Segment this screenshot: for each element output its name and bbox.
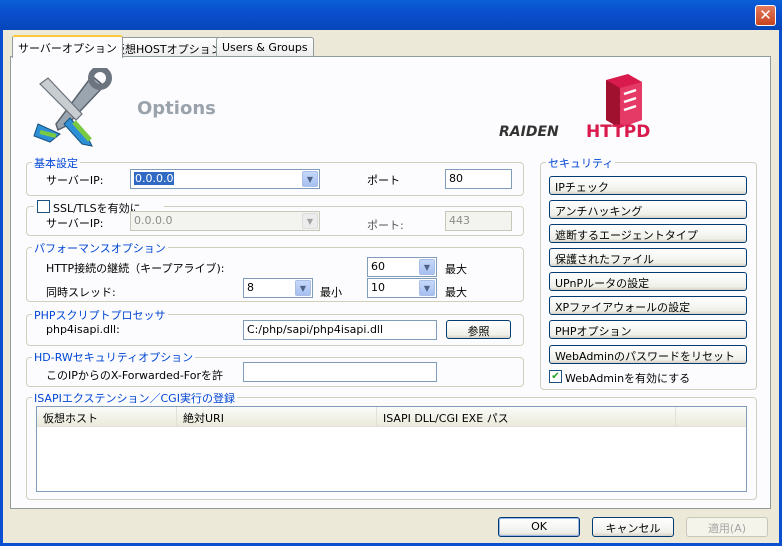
upnp-router-button[interactable]: UPnPルータの設定 (549, 272, 747, 291)
webadmin-checkbox-label: WebAdminを有効にする (565, 372, 691, 385)
ip-check-button[interactable]: IPチェック (549, 176, 747, 195)
php-browse-button[interactable]: 参照 (446, 320, 511, 339)
ssl-checkbox[interactable] (37, 200, 50, 213)
ssl-port-input[interactable]: 443 (445, 211, 512, 231)
ssl-port-label: ポート: (367, 219, 404, 232)
protected-files-button[interactable]: 保護されたファイル (549, 248, 747, 267)
chevron-down-icon[interactable]: ▼ (419, 280, 435, 296)
threads-max-value: 10 (371, 281, 385, 294)
threads-min-label: 最小 (320, 286, 342, 299)
column-header-path[interactable]: ISAPI DLL/CGI EXE パス (377, 407, 676, 427)
chevron-down-icon[interactable]: ▼ (295, 280, 311, 296)
blocked-agents-button[interactable]: 遮断するエージェントタイプ (549, 224, 747, 243)
cancel-button[interactable]: キャンセル (592, 517, 674, 537)
server-ip-combo[interactable]: 0.0.0.0 ▼ (130, 169, 320, 189)
php-dll-label: php4isapi.dll: (46, 323, 120, 336)
webadmin-checkbox[interactable]: ✔ (549, 370, 562, 383)
security-legend: セキュリティ (546, 155, 616, 171)
threads-max-label: 最大 (445, 286, 467, 299)
chevron-down-icon[interactable]: ▼ (302, 171, 318, 187)
isapi-list[interactable]: 仮想ホスト 絶対URI ISAPI DLL/CGI EXE パス (36, 406, 747, 492)
webadmin-password-reset-button[interactable]: WebAdminのパスワードをリセット (549, 345, 747, 364)
hdrw-legend: HD-RWセキュリティオプション (32, 349, 196, 365)
column-header-uri[interactable]: 絶対URI (177, 407, 377, 427)
basic-settings-legend: 基本設定 (32, 155, 80, 171)
keepalive-value: 60 (371, 260, 385, 273)
apply-button[interactable]: 適用(A) (686, 517, 768, 537)
logo-httpd: HTTPD (586, 122, 651, 142)
xff-label: このIPからのX-Forwarded-Forを許 (46, 369, 223, 382)
ssl-server-ip-label: サーバーIP: (46, 217, 104, 230)
threads-label: 同時スレッド: (46, 286, 116, 299)
php-dll-input[interactable]: C:/php/sapi/php4isapi.dll (243, 320, 437, 340)
anti-hacking-button[interactable]: アンチハッキング (549, 200, 747, 219)
logo-raiden: RAIDEN (499, 124, 559, 140)
server-ip-value: 0.0.0.0 (134, 172, 175, 185)
php-legend: PHPスクリプトプロセッサ (32, 307, 168, 323)
port-input[interactable]: 80 (445, 169, 512, 189)
performance-legend: パフォーマンスオプション (32, 240, 168, 256)
ssl-server-ip-combo[interactable]: 0.0.0.0 ▼ (130, 211, 320, 231)
ssl-checkbox-label: SSL/TLSを有効に (53, 202, 141, 215)
php-options-button[interactable]: PHPオプション (549, 320, 747, 339)
tab-server-options[interactable]: サーバーオプション (12, 35, 123, 58)
xff-input[interactable] (243, 362, 437, 382)
ok-button[interactable]: OK (498, 517, 580, 537)
threads-max-combo[interactable]: 10 ▼ (367, 278, 437, 298)
window-frame-left (0, 30, 3, 546)
column-header-filler (676, 407, 746, 427)
close-icon: ✕ (759, 6, 772, 24)
keepalive-max-label: 最大 (445, 263, 467, 276)
tab-virtual-host-options[interactable]: 仮想HOSTオプション (108, 37, 228, 57)
chevron-down-icon[interactable]: ▼ (302, 213, 318, 229)
port-label: ポート (367, 174, 400, 187)
tab-users-groups[interactable]: Users & Groups (216, 37, 314, 57)
isapi-legend: ISAPIエクステンション／CGI実行の登録 (32, 390, 237, 406)
threads-min-value: 8 (247, 281, 254, 294)
server-ip-label: サーバーIP: (46, 174, 104, 187)
keepalive-combo[interactable]: 60 ▼ (367, 257, 437, 277)
tools-icon (33, 68, 112, 147)
threads-min-combo[interactable]: 8 ▼ (243, 278, 313, 298)
close-button[interactable]: ✕ (755, 5, 776, 26)
chevron-down-icon[interactable]: ▼ (419, 259, 435, 275)
column-header-virtual-host[interactable]: 仮想ホスト (37, 407, 177, 427)
xp-firewall-button[interactable]: XPファイアウォールの設定 (549, 296, 747, 315)
checkmark-icon: ✔ (551, 371, 560, 382)
title-bar[interactable] (0, 0, 782, 30)
ssl-server-ip-value: 0.0.0.0 (134, 214, 173, 227)
keepalive-label: HTTP接続の継続（キープアライブ): (46, 262, 225, 275)
page-title: Options (137, 98, 216, 119)
